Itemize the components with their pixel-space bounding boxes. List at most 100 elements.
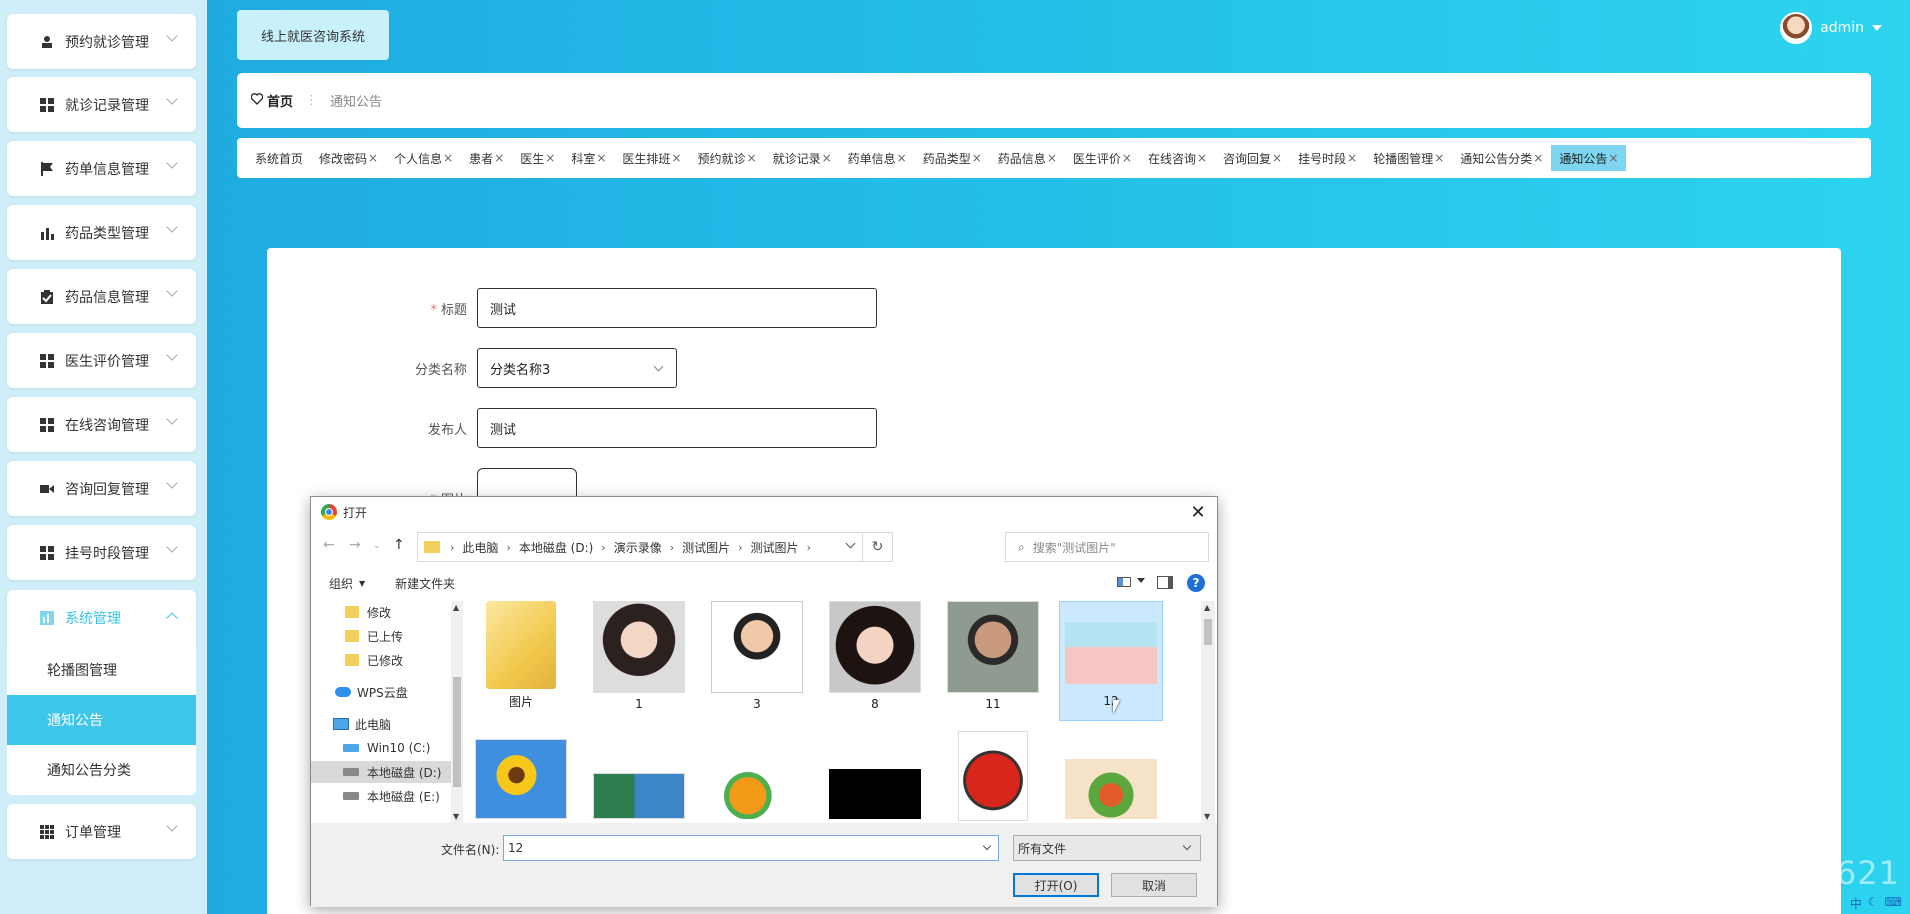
file-item-selected[interactable]: 12	[1059, 601, 1163, 721]
organize-button[interactable]: 组织	[329, 575, 353, 592]
tab-department[interactable]: 科室 ×	[563, 145, 614, 171]
moon-icon[interactable]: ☾	[1868, 895, 1879, 912]
tab-doctor-review[interactable]: 医生评价 ×	[1065, 145, 1140, 171]
submenu-banner[interactable]: 轮播图管理	[7, 645, 196, 695]
caret-down-icon[interactable]: ▼	[359, 579, 365, 588]
file-item[interactable]: 11	[941, 601, 1045, 711]
menu-doctor-review[interactable]: 医生评价管理	[7, 333, 196, 388]
nav-item-wps[interactable]: WPS云盘	[311, 681, 451, 703]
chevron-down-icon[interactable]	[982, 841, 992, 851]
tab-banner[interactable]: 轮播图管理 ×	[1365, 145, 1452, 171]
tab-prescription[interactable]: 药单信息 ×	[840, 145, 915, 171]
file-item[interactable]: 图片	[469, 601, 573, 710]
submenu-notice-category[interactable]: 通知公告分类	[7, 745, 196, 795]
tab-visit-records[interactable]: 就诊记录 ×	[765, 145, 840, 171]
close-icon[interactable]: ×	[747, 151, 757, 165]
back-arrow-icon[interactable]: ←	[323, 537, 335, 553]
menu-drug-type[interactable]: 药品类型管理	[7, 205, 196, 260]
tab-drug-info[interactable]: 药品信息 ×	[990, 145, 1065, 171]
up-arrow-icon[interactable]: ↑	[393, 537, 405, 553]
menu-orders[interactable]: 订单管理	[7, 804, 196, 859]
menu-system[interactable]: 系统管理	[7, 590, 196, 645]
close-icon[interactable]: ×	[368, 151, 378, 165]
scroll-down-icon[interactable]: ▼	[453, 812, 459, 821]
file-item[interactable]: 1	[587, 601, 691, 711]
close-icon[interactable]: ×	[545, 151, 555, 165]
close-icon[interactable]: ×	[596, 151, 606, 165]
caret-down-icon[interactable]	[1872, 25, 1882, 31]
filetype-select[interactable]: 所有文件	[1013, 835, 1201, 861]
scroll-up-icon[interactable]: ▲	[1204, 603, 1210, 612]
tab-schedule[interactable]: 医生排班 ×	[614, 145, 689, 171]
file-item[interactable]: 8	[823, 601, 927, 711]
tab-time-slot[interactable]: 挂号时段 ×	[1290, 145, 1365, 171]
tab-appointment[interactable]: 预约就诊 ×	[689, 145, 764, 171]
tab-profile[interactable]: 个人信息 ×	[386, 145, 461, 171]
cancel-button[interactable]: 取消	[1111, 873, 1197, 897]
close-icon[interactable]: ×	[972, 151, 982, 165]
close-icon[interactable]: ×	[1122, 151, 1132, 165]
scroll-thumb[interactable]	[453, 677, 461, 787]
tab-patient[interactable]: 患者 ×	[461, 145, 512, 171]
nav-item-folder[interactable]: 修改	[311, 601, 451, 623]
path-segment[interactable]: 此电脑	[462, 539, 498, 556]
path-segment[interactable]: 演示录像	[614, 539, 662, 556]
breadcrumb-home[interactable]: 首页	[267, 91, 293, 110]
tab-drug-type[interactable]: 药品类型 ×	[915, 145, 990, 171]
open-button[interactable]: 打开(O)	[1013, 873, 1099, 897]
tab-notice-category[interactable]: 通知公告分类 ×	[1452, 145, 1551, 171]
close-icon[interactable]: ✕	[1185, 499, 1211, 525]
close-icon[interactable]: ×	[1347, 151, 1357, 165]
menu-appointment[interactable]: 预约就诊管理	[7, 14, 196, 69]
tab-consult-reply[interactable]: 咨询回复 ×	[1215, 145, 1290, 171]
caret-down-icon[interactable]	[1137, 578, 1145, 583]
menu-consult-reply[interactable]: 咨询回复管理	[7, 461, 196, 516]
nav-item-folder[interactable]: 已修改	[311, 649, 451, 671]
close-icon[interactable]: ×	[671, 151, 681, 165]
file-item[interactable]	[469, 739, 573, 819]
filename-input[interactable]: 12	[503, 835, 999, 861]
scroll-up-icon[interactable]: ▲	[453, 603, 459, 612]
file-item[interactable]	[823, 739, 927, 819]
tab-online-consult[interactable]: 在线咨询 ×	[1140, 145, 1215, 171]
path-segment[interactable]: 测试图片	[751, 539, 799, 556]
nav-item-drive-c[interactable]: Win10 (C:)	[311, 737, 451, 759]
refresh-icon[interactable]: ↻	[863, 532, 893, 562]
scroll-thumb[interactable]	[1204, 619, 1212, 645]
close-icon[interactable]: ×	[1533, 151, 1543, 165]
close-icon[interactable]: ×	[897, 151, 907, 165]
title-input[interactable]: 测试	[477, 288, 877, 328]
search-input[interactable]: ⌕ 搜索"测试图片"	[1005, 532, 1209, 562]
tab-doctor[interactable]: 医生 ×	[512, 145, 563, 171]
address-bar[interactable]: › 此电脑 › 本地磁盘 (D:) › 演示录像 › 测试图片 › 测试图片 ›	[417, 532, 863, 562]
file-item[interactable]	[941, 731, 1045, 821]
ime-icon[interactable]: 中	[1850, 895, 1862, 912]
menu-visit-records[interactable]: 就诊记录管理	[7, 77, 196, 132]
close-icon[interactable]: ×	[1434, 151, 1444, 165]
file-item[interactable]	[705, 739, 809, 819]
nav-item-drive-e[interactable]: 本地磁盘 (E:)	[311, 785, 451, 807]
path-segment[interactable]: 本地磁盘 (D:)	[519, 539, 593, 556]
file-item[interactable]	[1059, 739, 1163, 819]
help-icon[interactable]: ?	[1187, 574, 1205, 592]
keyboard-icon[interactable]: ⌨	[1885, 895, 1902, 912]
username[interactable]: admin	[1820, 20, 1864, 36]
tab-home[interactable]: 系统首页	[247, 145, 311, 171]
file-item[interactable]: 3	[705, 601, 809, 711]
recent-dropdown-icon[interactable]: ⌄	[373, 541, 381, 551]
view-mode-icon[interactable]	[1117, 577, 1131, 587]
new-folder-button[interactable]: 新建文件夹	[395, 575, 455, 592]
scroll-down-icon[interactable]: ▼	[1204, 812, 1210, 821]
nav-item-drive-d[interactable]: 本地磁盘 (D:)	[311, 761, 451, 783]
nav-item-this-pc[interactable]: 此电脑	[311, 713, 451, 735]
menu-prescription[interactable]: 药单信息管理	[7, 141, 196, 196]
close-icon[interactable]: ×	[822, 151, 832, 165]
avatar[interactable]	[1780, 12, 1813, 44]
forward-arrow-icon[interactable]: →	[349, 537, 361, 553]
close-icon[interactable]: ×	[1197, 151, 1207, 165]
menu-online-consult[interactable]: 在线咨询管理	[7, 397, 196, 452]
publisher-input[interactable]: 测试	[477, 408, 877, 448]
preview-pane-icon[interactable]	[1157, 576, 1173, 589]
close-icon[interactable]: ×	[494, 151, 504, 165]
tab-change-password[interactable]: 修改密码 ×	[311, 145, 386, 171]
